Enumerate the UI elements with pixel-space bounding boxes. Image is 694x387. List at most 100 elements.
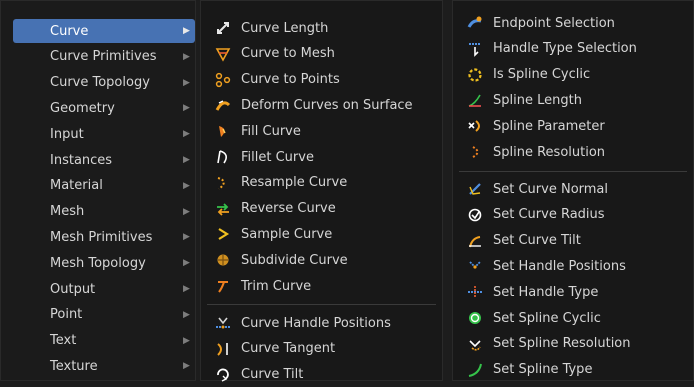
menu-item-trim-curve[interactable]: Trim Curve — [201, 273, 442, 299]
category-item-text[interactable]: Text ▶ — [13, 329, 195, 353]
menu-item-spline-parameter[interactable]: Spline Parameter — [453, 113, 693, 139]
fill-curve-icon — [215, 123, 231, 139]
submenu-arrow-icon: ▶ — [183, 309, 190, 320]
menu-item-label: Curve to Mesh — [241, 46, 335, 62]
menu-item-curve-to-points[interactable]: Curve to Points — [201, 67, 442, 93]
menu-item-set-spline-cyclic[interactable]: Set Spline Cyclic — [453, 305, 693, 331]
submenu-arrow-icon: ▶ — [183, 155, 190, 165]
menu-item-spline-resolution[interactable]: Spline Resolution — [453, 139, 693, 165]
category-label: Mesh — [50, 204, 85, 220]
menu-item-label: Curve Tilt — [241, 366, 304, 382]
resample-curve-icon — [215, 175, 231, 191]
set-curve-tilt-icon — [467, 233, 483, 249]
menu-item-resample-curve[interactable]: Resample Curve — [201, 170, 442, 196]
menu-item-curve-handle-positions[interactable]: Curve Handle Positions — [201, 310, 442, 336]
spline-parameter-icon — [467, 118, 483, 134]
menu-item-set-curve-tilt[interactable]: Set Curve Tilt — [453, 228, 693, 254]
menu-item-reverse-curve[interactable]: Reverse Curve — [201, 196, 442, 222]
submenu-arrow-icon: ▶ — [183, 206, 190, 217]
category-label: Texture — [50, 358, 98, 374]
menu-item-curve-to-mesh[interactable]: Curve to Mesh — [201, 41, 442, 67]
menu-item-set-curve-radius[interactable]: Set Curve Radius — [453, 202, 693, 228]
set-spline-type-icon — [467, 362, 483, 378]
menu-item-set-spline-type[interactable]: Set Spline Type — [453, 357, 693, 383]
category-label: Curve — [50, 23, 89, 39]
menu-item-label: Reverse Curve — [241, 201, 336, 217]
menu-item-label: Sample Curve — [241, 226, 333, 242]
menu-item-label: Curve to Points — [241, 72, 340, 88]
trim-curve-icon — [215, 278, 231, 294]
submenu-arrow-icon: ▶ — [183, 77, 190, 88]
menu-item-endpoint-selection[interactable]: Endpoint Selection — [453, 10, 693, 36]
menu-item-set-handle-positions[interactable]: Set Handle Positions — [453, 253, 693, 279]
sample-curve-icon — [215, 226, 231, 242]
fillet-curve-icon — [215, 149, 231, 165]
set-spline-cyclic-icon — [467, 310, 483, 326]
category-item-geometry[interactable]: Geometry ▶ — [13, 96, 195, 120]
category-item-material[interactable]: Material ▶ — [13, 174, 195, 198]
menu-item-label: Subdivide Curve — [241, 252, 348, 268]
menu-item-fillet-curve[interactable]: Fillet Curve — [201, 144, 442, 170]
menu-item-sample-curve[interactable]: Sample Curve — [201, 221, 442, 247]
menu-item-label: Endpoint Selection — [493, 15, 615, 31]
menu-separator — [459, 171, 687, 172]
menu-item-label: Set Curve Normal — [493, 181, 609, 197]
curve-to-mesh-icon — [215, 46, 231, 62]
category-label: Mesh Topology — [50, 255, 146, 271]
menu-item-label: Set Spline Type — [493, 362, 593, 378]
curve-tilt-icon — [215, 366, 231, 382]
menu-item-label: Set Spline Resolution — [493, 336, 631, 352]
deform-curves-icon — [215, 97, 231, 113]
menu-item-spline-length[interactable]: Spline Length — [453, 87, 693, 113]
menu-item-set-curve-normal[interactable]: Set Curve Normal — [453, 176, 693, 202]
menu-item-set-spline-resolution[interactable]: Set Spline Resolution — [453, 331, 693, 357]
menu-item-label: Fill Curve — [241, 123, 301, 139]
menu-item-curve-tangent[interactable]: Curve Tangent — [201, 336, 442, 362]
menu-item-label: Set Handle Positions — [493, 258, 626, 274]
subdivide-curve-icon — [215, 252, 231, 268]
menu-item-label: Trim Curve — [241, 278, 312, 294]
menu-item-label: Spline Parameter — [493, 118, 605, 134]
category-label: Geometry — [50, 100, 115, 116]
submenu-arrow-icon: ▶ — [183, 180, 190, 191]
menu-item-deform-curves-on-surface[interactable]: Deform Curves on Surface — [201, 92, 442, 118]
category-label: Mesh Primitives — [50, 229, 153, 245]
submenu-arrow-icon: ▶ — [183, 129, 190, 140]
submenu-arrow-icon: ▶ — [183, 258, 190, 269]
menu-separator — [207, 304, 436, 305]
category-item-instances[interactable]: Instances ▶ — [13, 148, 195, 172]
menu-item-fill-curve[interactable]: Fill Curve — [201, 118, 442, 144]
category-item-point[interactable]: Point ▶ — [13, 303, 195, 327]
set-curve-normal-icon — [467, 181, 483, 197]
category-item-curve-topology[interactable]: Curve Topology ▶ — [13, 71, 195, 95]
category-item-output[interactable]: Output ▶ — [13, 277, 195, 301]
menu-item-label: Set Handle Type — [493, 284, 599, 300]
menu-item-handle-type-selection[interactable]: Handle Type Selection — [453, 36, 693, 62]
spline-resolution-icon — [467, 144, 483, 160]
category-label: Point — [50, 307, 83, 323]
category-item-mesh-topology[interactable]: Mesh Topology ▶ — [13, 251, 195, 275]
category-label: Curve Primitives — [50, 49, 157, 65]
menu-item-curve-tilt[interactable]: Curve Tilt — [201, 361, 442, 387]
category-item-texture[interactable]: Texture ▶ — [13, 354, 195, 378]
submenu-arrow-icon: ▶ — [183, 26, 190, 36]
menu-item-subdivide-curve[interactable]: Subdivide Curve — [201, 247, 442, 273]
category-item-curve-primitives[interactable]: Curve Primitives ▶ — [13, 45, 195, 69]
category-item-input[interactable]: Input ▶ — [13, 122, 195, 146]
category-menu: Curve ▶ Curve Primitives ▶ Curve Topology ▶ Ge… — [0, 0, 196, 381]
curve-handle-positions-icon — [215, 315, 231, 331]
is-spline-cyclic-icon — [467, 67, 483, 83]
menu-item-curve-length[interactable]: Curve Length — [201, 15, 442, 41]
category-label: Instances — [50, 152, 113, 168]
menu-item-label: Set Spline Cyclic — [493, 310, 601, 326]
category-item-mesh-primitives[interactable]: Mesh Primitives ▶ — [13, 225, 195, 249]
menu-item-label: Handle Type Selection — [493, 41, 637, 57]
submenu-arrow-icon: ▶ — [183, 103, 190, 114]
category-label: Material — [50, 178, 103, 194]
menu-item-set-handle-type[interactable]: Set Handle Type — [453, 279, 693, 305]
category-item-curve[interactable]: Curve ▶ — [13, 19, 195, 43]
set-spline-resolution-icon — [467, 336, 483, 352]
menu-item-is-spline-cyclic[interactable]: Is Spline Cyclic — [453, 62, 693, 88]
endpoint-selection-icon — [467, 15, 483, 31]
category-item-mesh[interactable]: Mesh ▶ — [13, 200, 195, 224]
